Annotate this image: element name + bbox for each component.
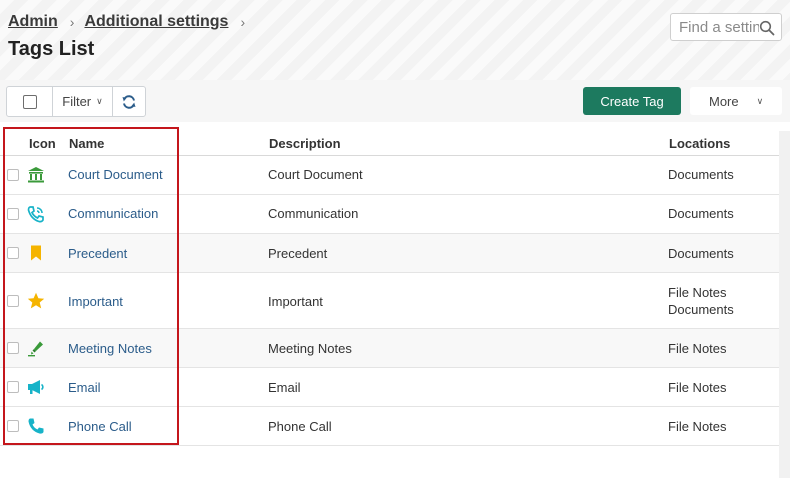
filter-label: Filter xyxy=(62,94,92,109)
vertical-scrollbar[interactable] xyxy=(779,131,790,478)
tag-description: Precedent xyxy=(268,246,328,261)
tag-description: Important xyxy=(268,294,323,309)
phone-call-icon xyxy=(27,206,44,223)
tag-location: Documents xyxy=(668,246,734,261)
tag-description: Email xyxy=(268,380,301,395)
refresh-icon xyxy=(122,94,136,109)
row-checkbox[interactable] xyxy=(7,169,19,181)
tag-description: Communication xyxy=(268,206,359,221)
bookmark-icon xyxy=(31,245,41,261)
breadcrumb-additional-settings[interactable]: Additional settings xyxy=(84,13,228,31)
chevron-down-icon: ∨ xyxy=(96,96,103,106)
checkbox-box xyxy=(22,94,37,109)
table-actions-group: Filter ∨ xyxy=(6,86,146,117)
megaphone-icon xyxy=(28,380,44,394)
chevron-right-icon: › xyxy=(69,14,75,30)
chevron-down-icon: ∨ xyxy=(756,95,764,106)
column-header-description[interactable]: Description xyxy=(269,136,341,151)
tag-location: File Notes xyxy=(668,419,727,434)
tag-location: Documents xyxy=(668,302,734,317)
settings-search[interactable] xyxy=(670,13,782,41)
tag-location: File Notes xyxy=(668,285,727,300)
tag-name-link[interactable]: Communication xyxy=(68,206,158,221)
table-row[interactable]: Meeting Notes Meeting Notes File Notes xyxy=(0,329,779,368)
table-row[interactable]: Phone Call Phone Call File Notes xyxy=(0,407,779,446)
tag-name-link[interactable]: Court Document xyxy=(68,167,163,182)
breadcrumb-admin[interactable]: Admin xyxy=(8,13,58,31)
row-checkbox[interactable] xyxy=(7,342,19,354)
table-row[interactable]: Court Document Court Document Documents xyxy=(0,156,779,195)
row-checkbox[interactable] xyxy=(7,208,19,220)
column-header-locations[interactable]: Locations xyxy=(669,136,730,151)
phone-icon xyxy=(28,418,44,434)
more-label: More xyxy=(709,93,739,109)
tag-description: Court Document xyxy=(268,167,363,182)
star-icon xyxy=(27,292,45,309)
breadcrumb: Admin › Additional settings › xyxy=(8,12,255,32)
tag-description: Phone Call xyxy=(268,419,332,434)
tag-name-link[interactable]: Meeting Notes xyxy=(68,341,152,356)
create-tag-button[interactable]: Create Tag xyxy=(583,87,681,115)
column-header-icon[interactable]: Icon xyxy=(29,136,56,151)
highlighter-icon xyxy=(28,341,43,357)
bank-icon xyxy=(28,167,44,183)
tag-description: Meeting Notes xyxy=(268,341,352,356)
refresh-button[interactable] xyxy=(113,87,145,116)
search-icon[interactable] xyxy=(759,20,775,36)
tag-name-link[interactable]: Email xyxy=(68,380,101,395)
table-row[interactable]: Precedent Precedent Documents xyxy=(0,234,779,273)
row-checkbox[interactable] xyxy=(7,381,19,393)
tag-name-link[interactable]: Precedent xyxy=(68,246,127,261)
page-title: Tags List xyxy=(8,38,95,60)
row-checkbox[interactable] xyxy=(7,247,19,259)
table-row[interactable]: Email Email File Notes xyxy=(0,368,779,407)
tag-name-link[interactable]: Important xyxy=(68,294,123,309)
tag-location: File Notes xyxy=(668,380,727,395)
row-checkbox[interactable] xyxy=(7,420,19,432)
column-header-name[interactable]: Name xyxy=(69,136,104,151)
select-all-checkbox[interactable] xyxy=(7,87,53,116)
table-row[interactable]: Communication Communication Documents xyxy=(0,195,779,234)
search-input[interactable] xyxy=(671,14,759,40)
row-checkbox[interactable] xyxy=(7,295,19,307)
tags-table: Icon Name Description Locations Court Do… xyxy=(0,131,779,446)
chevron-right-icon: › xyxy=(240,14,246,30)
tag-location: File Notes xyxy=(668,341,727,356)
tag-location: Documents xyxy=(668,206,734,221)
more-button[interactable]: More ∨ xyxy=(690,87,782,115)
table-row[interactable]: Important Important File Notes Documents xyxy=(0,273,779,329)
tag-location: Documents xyxy=(668,167,734,182)
filter-button[interactable]: Filter ∨ xyxy=(53,87,113,116)
table-header: Icon Name Description Locations xyxy=(0,131,779,156)
tag-name-link[interactable]: Phone Call xyxy=(68,419,132,434)
